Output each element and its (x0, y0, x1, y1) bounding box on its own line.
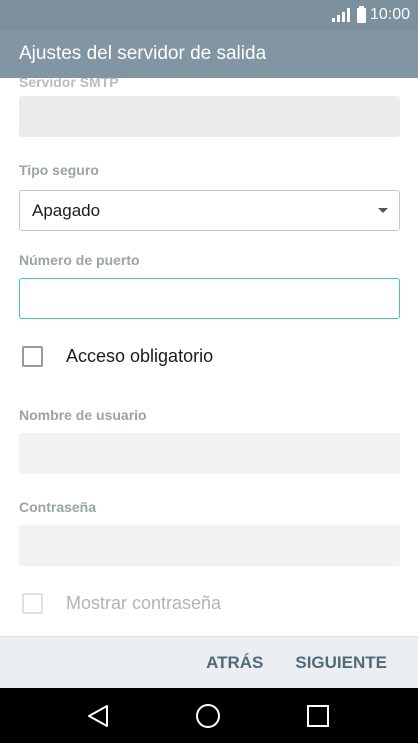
port-number-input[interactable] (19, 278, 400, 319)
show-password-checkbox[interactable] (22, 593, 43, 614)
bottom-button-bar: ATRÁS SIGUIENTE (0, 636, 418, 688)
next-button[interactable]: SIGUIENTE (295, 653, 387, 673)
username-field[interactable] (19, 433, 400, 474)
smtp-server-field[interactable] (19, 96, 400, 137)
show-password-row[interactable]: Mostrar contraseña (22, 593, 221, 614)
app-bar: Ajustes del servidor de salida (0, 30, 418, 78)
password-field[interactable] (19, 525, 400, 566)
system-nav-bar (0, 688, 418, 743)
port-number-label: Número de puerto (19, 252, 140, 268)
recents-square-icon[interactable] (302, 700, 334, 732)
smtp-server-label: Servidor SMTP (19, 78, 119, 90)
require-signin-label: Acceso obligatorio (66, 346, 214, 366)
require-signin-row[interactable]: Acceso obligatorio (22, 346, 213, 367)
status-bar: 10:00 (0, 0, 418, 30)
security-type-label: Tipo seguro (19, 162, 99, 178)
security-type-value: Apagado (32, 200, 101, 220)
page-title: Ajustes del servidor de salida (19, 43, 267, 64)
security-type-select[interactable]: Apagado (19, 190, 400, 231)
battery-icon (356, 5, 366, 23)
require-signin-checkbox[interactable] (22, 346, 43, 367)
status-time: 10:00 (369, 6, 410, 23)
signal-icon (331, 8, 350, 22)
dropdown-arrow-icon (378, 208, 388, 213)
back-button[interactable]: ATRÁS (206, 653, 263, 673)
home-circle-icon[interactable] (192, 700, 224, 732)
back-triangle-icon[interactable] (82, 700, 114, 732)
show-password-label: Mostrar contraseña (66, 593, 222, 613)
username-label: Nombre de usuario (19, 407, 147, 423)
password-label: Contraseña (19, 499, 97, 515)
form-content[interactable]: Servidor SMTP Tipo seguro Apagado Número… (0, 78, 418, 636)
